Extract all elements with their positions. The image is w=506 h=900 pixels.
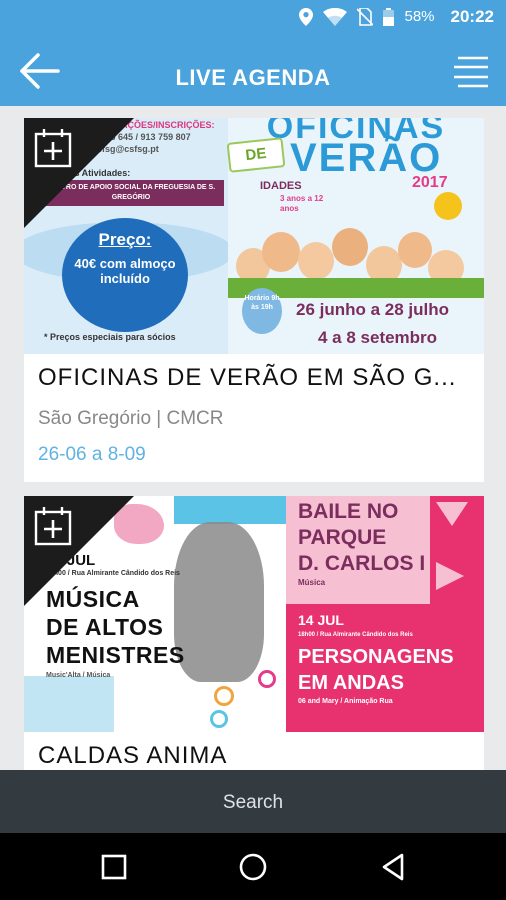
app-bar: LIVE AGENDA — [0, 33, 506, 106]
back-triangle-icon[interactable] — [376, 850, 410, 884]
poster-left-title-2: DE ALTOS — [46, 614, 164, 640]
event-poster[interactable]: 08 JUL 18h00 / Rua Almirante Cândido dos… — [24, 496, 484, 732]
event-date: 26-06 a 8-09 — [38, 444, 146, 465]
event-title[interactable]: OFICINAS DE VERÃO EM SÃO G... — [24, 354, 484, 398]
poster-de: DE — [226, 137, 286, 173]
poster-right-title-5: EM ANDAS — [298, 672, 404, 694]
man-illustration — [174, 522, 264, 682]
poster-ages: 3 anos a 12 anos — [280, 194, 324, 213]
poster-dates-1: 26 junho a 28 julho — [296, 300, 450, 319]
system-nav-bar — [0, 833, 506, 900]
poster-right-caption: Música — [298, 578, 326, 587]
add-to-calendar-icon[interactable] — [33, 127, 75, 169]
price-badge: Preço: 40€ com almoço incluído — [62, 218, 188, 332]
clock: 20:22 — [450, 6, 494, 26]
decor-triangle — [436, 502, 468, 526]
recent-apps-icon[interactable] — [97, 850, 131, 884]
poster-left-caption: Music'Alta / Música — [46, 672, 111, 679]
status-icons: 58% 20:22 — [299, 0, 494, 33]
poster-schedule: Horário 9h às 19h — [242, 288, 282, 334]
event-title[interactable]: CALDAS ANIMA — [24, 732, 484, 770]
event-card[interactable]: MARCAÇÕES/INSCRIÇÕES: 14 146 645 / 913 7… — [24, 118, 484, 482]
poster-year: 2017 — [412, 174, 448, 191]
status-bar: 58% 20:22 — [0, 0, 506, 33]
poster-right-caption-2: 06 and Mary / Animação Rua — [298, 698, 393, 705]
event-card[interactable]: 08 JUL 18h00 / Rua Almirante Cândido dos… — [24, 496, 484, 770]
search-button[interactable]: Search — [0, 770, 506, 833]
add-to-calendar-icon[interactable] — [33, 505, 75, 547]
battery-percent: 58% — [404, 8, 435, 25]
poster-left-title-3: MENISTRES — [46, 642, 185, 668]
poster-right-date: 14 JUL — [298, 612, 344, 628]
home-icon[interactable] — [236, 850, 270, 884]
location-icon — [299, 7, 314, 26]
poster-right-title-2: PARQUE — [298, 526, 387, 549]
event-list[interactable]: MARCAÇÕES/INSCRIÇÕES: 14 146 645 / 913 7… — [0, 106, 506, 770]
poster-right-panel: OFICINAS DE VERÃO 2017 IDADES 3 anos a 1… — [226, 118, 484, 354]
poster-note: * Preços especiais para sócios — [44, 332, 176, 342]
poster-right-title-4: PERSONAGENS — [298, 646, 454, 668]
event-location: São Gregório | CMCR — [38, 408, 224, 429]
page-title: LIVE AGENDA — [175, 65, 331, 90]
price-label: Preço: — [98, 230, 152, 249]
price-value: 40€ com almoço incluído — [74, 256, 176, 286]
kids-illustration — [228, 214, 484, 298]
wifi-icon — [323, 7, 348, 26]
no-sim-icon — [357, 7, 374, 26]
decor-triangle — [436, 562, 464, 590]
event-poster[interactable]: MARCAÇÕES/INSCRIÇÕES: 14 146 645 / 913 7… — [24, 118, 484, 354]
poster-dates-2: 4 a 8 setembro — [318, 328, 438, 347]
poster-right-title-3: D. CARLOS I — [298, 552, 426, 575]
battery-icon — [383, 7, 395, 26]
poster-right-panel: BAILE NO PARQUE D. CARLOS I Música 14 JU… — [286, 496, 484, 732]
poster-right-title-1: BAILE NO — [298, 500, 399, 523]
poster-right-info: 18h00 / Rua Almirante Cândido dos Reis — [298, 632, 413, 638]
poster-ages-title: IDADES — [260, 180, 302, 192]
hamburger-menu-icon[interactable] — [450, 55, 488, 89]
